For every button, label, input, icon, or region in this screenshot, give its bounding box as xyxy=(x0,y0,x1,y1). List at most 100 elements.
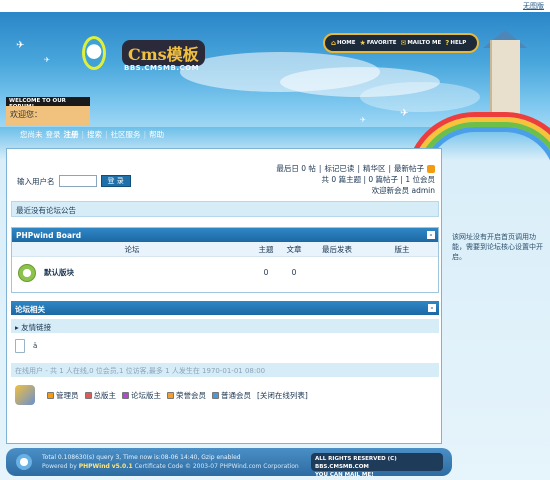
friend-links-row: ä xyxy=(11,333,439,359)
board-title[interactable]: PHPwind Board xyxy=(16,231,81,240)
table-row: 默认版块 0 0 xyxy=(12,256,438,288)
collapse-icon[interactable]: - xyxy=(428,304,436,312)
forum-topics: 0 xyxy=(263,268,269,277)
menu-community[interactable]: 社区服务 xyxy=(111,129,141,140)
site-logo-subtitle: BBS.CMSMB.COM xyxy=(124,64,200,72)
board-section: PHPwind Board - 论坛 主题 文章 最后发表 版主 默认版块 0 … xyxy=(11,227,439,293)
menu-help[interactable]: 帮助 xyxy=(149,129,164,140)
home-icon: ⌂ xyxy=(331,39,337,47)
main-panel: 输入用户名 登 录 最后日 0 帖 | 标记已读 | 精华区 | 最新帖子 共 0 篇… xyxy=(6,148,442,444)
menu-not-logged: 您尚未 xyxy=(20,129,43,139)
version-text: v5.0.1 xyxy=(111,463,133,470)
announcement-bar: 最近没有论坛公告 xyxy=(11,201,439,217)
forum-cell: 默认版块 xyxy=(12,263,252,282)
related-titlebar: 论坛相关 - xyxy=(11,301,439,315)
seagull-icon: ✈ xyxy=(16,40,25,51)
legend-honor: 荣誉会员 xyxy=(167,390,206,401)
nav-favorite[interactable]: ★ FAVORITE xyxy=(360,39,397,47)
legend-label: 管理员 xyxy=(56,390,79,400)
login-button[interactable]: 登 录 xyxy=(100,175,131,187)
online-users-title: 在线用户 - 共 1 人在线,0 位会员,1 位访客,最多 1 人发生在 197… xyxy=(11,363,439,377)
nav-mailto[interactable]: ✉ MAILTO ME xyxy=(400,39,441,47)
star-icon: ★ xyxy=(359,39,366,47)
legend-member: 普通会员 xyxy=(212,390,251,401)
sidebar-notice: 该网址没有开启首页调用功能，需要到论坛核心设置中开启。 xyxy=(452,233,543,261)
welcome-bar: WELCOME TO OUR FORUM! xyxy=(6,97,90,110)
users-icon xyxy=(15,385,35,405)
menu-register[interactable]: 注册 xyxy=(64,129,79,140)
stats-counts: 共 0 篇主题 | 0 篇帖子 | 1 位会员 xyxy=(321,175,435,184)
close-online-list-link[interactable]: [关闭在线列表] xyxy=(257,390,308,401)
legend-label: 普通会员 xyxy=(221,390,251,400)
related-title: 论坛相关 xyxy=(15,305,45,314)
header-moderator: 版主 xyxy=(394,244,410,254)
powered-by-text: Powered by xyxy=(42,463,77,470)
forum-posts: 0 xyxy=(291,268,297,277)
legend-label: 总版主 xyxy=(93,390,117,400)
menu-login[interactable]: 登录 xyxy=(46,129,61,140)
header-posts: 文章 xyxy=(286,244,302,254)
nav-home[interactable]: ⌂ HOME xyxy=(331,39,356,47)
latest-posts-link[interactable]: 最新帖子 xyxy=(394,163,424,174)
today-posts-link[interactable]: 最后日 0 帖 xyxy=(276,163,316,174)
footer-powered: Powered by PHPWind v5.0.1 Certificate Co… xyxy=(42,463,299,470)
menu-search[interactable]: 搜索 xyxy=(87,129,102,140)
site-logo[interactable]: Cms模板 xyxy=(122,40,205,66)
header-topics: 主题 xyxy=(258,244,274,254)
nav-help[interactable]: ? HELP xyxy=(445,39,466,47)
admin-dot-icon xyxy=(47,391,54,399)
nav-mailto-label: MAILTO ME xyxy=(407,40,442,46)
cloud xyxy=(360,82,480,112)
board-table-header: 论坛 主题 文章 最后发表 版主 xyxy=(12,242,438,256)
menu-separator: | xyxy=(81,129,85,139)
super-mod-dot-icon xyxy=(84,391,92,399)
board-titlebar: PHPwind Board - xyxy=(12,228,438,242)
legend-mod: 论坛版主 xyxy=(122,390,161,401)
top-navigation: ⌂ HOME ★ FAVORITE ✉ MAILTO ME ? HELP xyxy=(323,33,479,53)
quick-login: 输入用户名 登 录 xyxy=(17,175,131,187)
top-strip: 无图版 xyxy=(0,0,550,12)
header-last: 最后发表 xyxy=(322,244,352,254)
friend-links-text: 友情链接 xyxy=(21,323,52,332)
member-legend: 管理员 总版主 论坛版主 荣誉会员 普通会员 [关闭在线列表] xyxy=(11,377,439,413)
username-input[interactable] xyxy=(58,175,97,187)
welcome-user: 欢迎您： xyxy=(6,106,90,125)
mark-read-link[interactable]: 标记已读 xyxy=(324,163,354,174)
rss-icon[interactable] xyxy=(427,164,435,173)
footer-logo-icon xyxy=(16,454,32,470)
footer: Total 0.108630(s) query 3, Time now is:0… xyxy=(6,448,452,478)
footer-rights: ALL RIGHTS RESERVED (C) BBS.CMSMB.COM xyxy=(315,456,397,470)
legend-admin: 管理员 xyxy=(47,390,79,401)
legend-label: 论坛版主 xyxy=(131,390,161,400)
mod-dot-icon xyxy=(122,391,129,399)
footer-copyright-box: ALL RIGHTS RESERVED (C) BBS.CMSMB.COM YO… xyxy=(311,453,443,478)
mail-icon: ✉ xyxy=(400,39,407,47)
footer-mail-link[interactable]: YOU CAN MAIL ME! xyxy=(315,471,439,479)
copyright-text: Certificate Code © 2003-07 PHPWind.com C… xyxy=(134,463,299,470)
castle-tower xyxy=(490,40,520,120)
friend-link[interactable]: ä xyxy=(33,342,37,350)
stats-links: 最后日 0 帖 | 标记已读 | 精华区 | 最新帖子 xyxy=(276,163,435,174)
username-label: 输入用户名 xyxy=(17,176,55,186)
logo-ring-icon xyxy=(82,36,106,70)
header-forum: 论坛 xyxy=(124,244,140,254)
member-dot-icon xyxy=(212,391,219,399)
stats-new-member: 欢迎新会员 admin xyxy=(371,186,435,195)
document-icon xyxy=(15,339,25,353)
digest-link[interactable]: 精华区 xyxy=(363,163,386,174)
seagull-icon: ✈ xyxy=(400,108,409,119)
nav-help-label: HELP xyxy=(450,40,467,46)
forum-name-link[interactable]: 默认版块 xyxy=(44,267,74,278)
collapse-icon[interactable]: - xyxy=(427,231,435,239)
legend-super-mod: 总版主 xyxy=(84,390,117,401)
text-only-version-link[interactable]: 无图版 xyxy=(523,1,544,11)
menu-separator: | xyxy=(105,129,108,139)
honor-dot-icon xyxy=(167,391,174,399)
seagull-icon: ✈ xyxy=(360,116,366,124)
forum-stats: 最后日 0 帖 | 标记已读 | 精华区 | 最新帖子 共 0 篇主题 | 0 篇帖子… xyxy=(276,163,435,196)
phpwind-link[interactable]: PHPWind xyxy=(79,463,110,470)
friend-links-label: ▸ 友情链接 xyxy=(11,319,439,333)
seagull-icon: ✈ xyxy=(44,56,50,64)
user-menu-bar: 您尚未 登录 注册 | 搜索 | 社区服务 | 帮助 xyxy=(0,127,445,141)
menu-separator: | xyxy=(143,129,147,139)
